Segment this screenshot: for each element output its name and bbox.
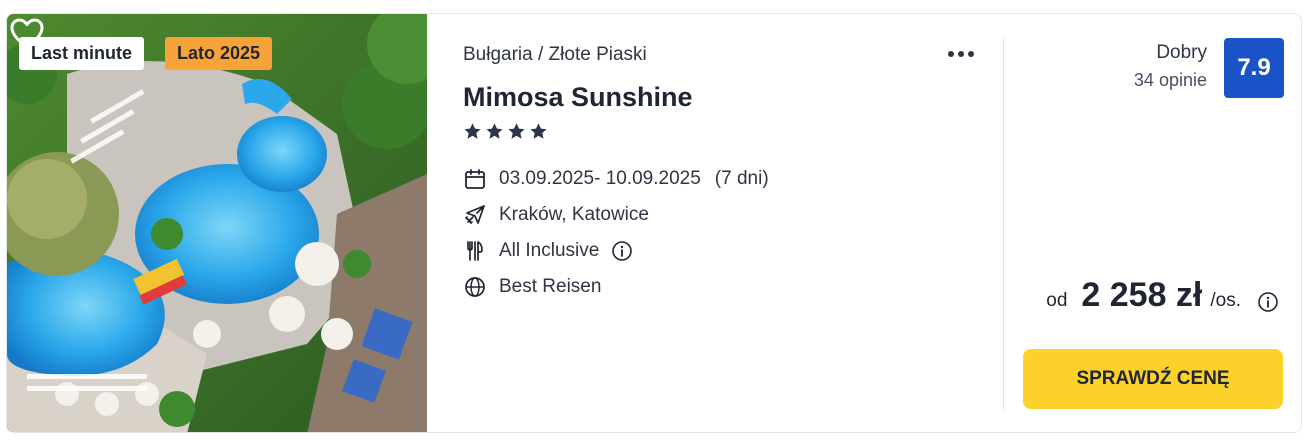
check-price-button[interactable]: SPRAWDŹ CENĘ [1023, 349, 1283, 409]
rating-score-badge[interactable]: 7.9 [1224, 38, 1284, 98]
dates-row: 03.09.2025- 10.09.2025 (7 dni) [463, 165, 769, 193]
rating-label: Dobry [1156, 42, 1207, 63]
heart-outline-icon[interactable] [7, 14, 47, 54]
star-icon [486, 123, 503, 139]
departure-text: Kraków, Katowice [499, 204, 649, 225]
hotel-aerial-image [7, 14, 427, 432]
hotel-stars [463, 122, 548, 144]
badge-season: Lato 2025 [165, 37, 273, 70]
plane-icon [465, 205, 485, 224]
price-prefix: od [1046, 290, 1068, 311]
cutlery-icon [467, 241, 483, 261]
review-count[interactable]: 34 opinie [1134, 70, 1207, 91]
price-info-icon[interactable] [1257, 291, 1279, 313]
price-unit: /os. [1210, 290, 1241, 311]
hotel-photo[interactable]: Last minute Lato 2025 [7, 14, 427, 432]
duration-text: (7 dni) [714, 168, 769, 189]
star-icon [530, 123, 547, 139]
column-divider [1003, 38, 1004, 410]
board-text: All Inclusive [499, 240, 600, 261]
star-icon [508, 123, 525, 139]
offer-card[interactable]: Last minute Lato 2025 Bułgaria / Złote P… [6, 13, 1302, 433]
calendar-icon [465, 169, 485, 189]
star-icon [464, 123, 481, 139]
price-row: od 2 258 zł /os. [1046, 276, 1279, 324]
info-circle-icon[interactable] [611, 240, 633, 262]
more-dots-icon[interactable] [943, 42, 979, 66]
hotel-name[interactable]: Mimosa Sunshine [463, 82, 693, 113]
board-row: All Inclusive [463, 237, 633, 265]
dates-text: 03.09.2025- 10.09.2025 [499, 168, 701, 189]
departure-row: Kraków, Katowice [463, 201, 649, 229]
operator-row: Best Reisen [463, 273, 601, 301]
price-value: 2 258 zł [1081, 276, 1203, 314]
location-breadcrumb[interactable]: Bułgaria / Złote Piaski [463, 44, 647, 66]
globe-icon [465, 277, 485, 297]
operator-text: Best Reisen [499, 276, 602, 297]
